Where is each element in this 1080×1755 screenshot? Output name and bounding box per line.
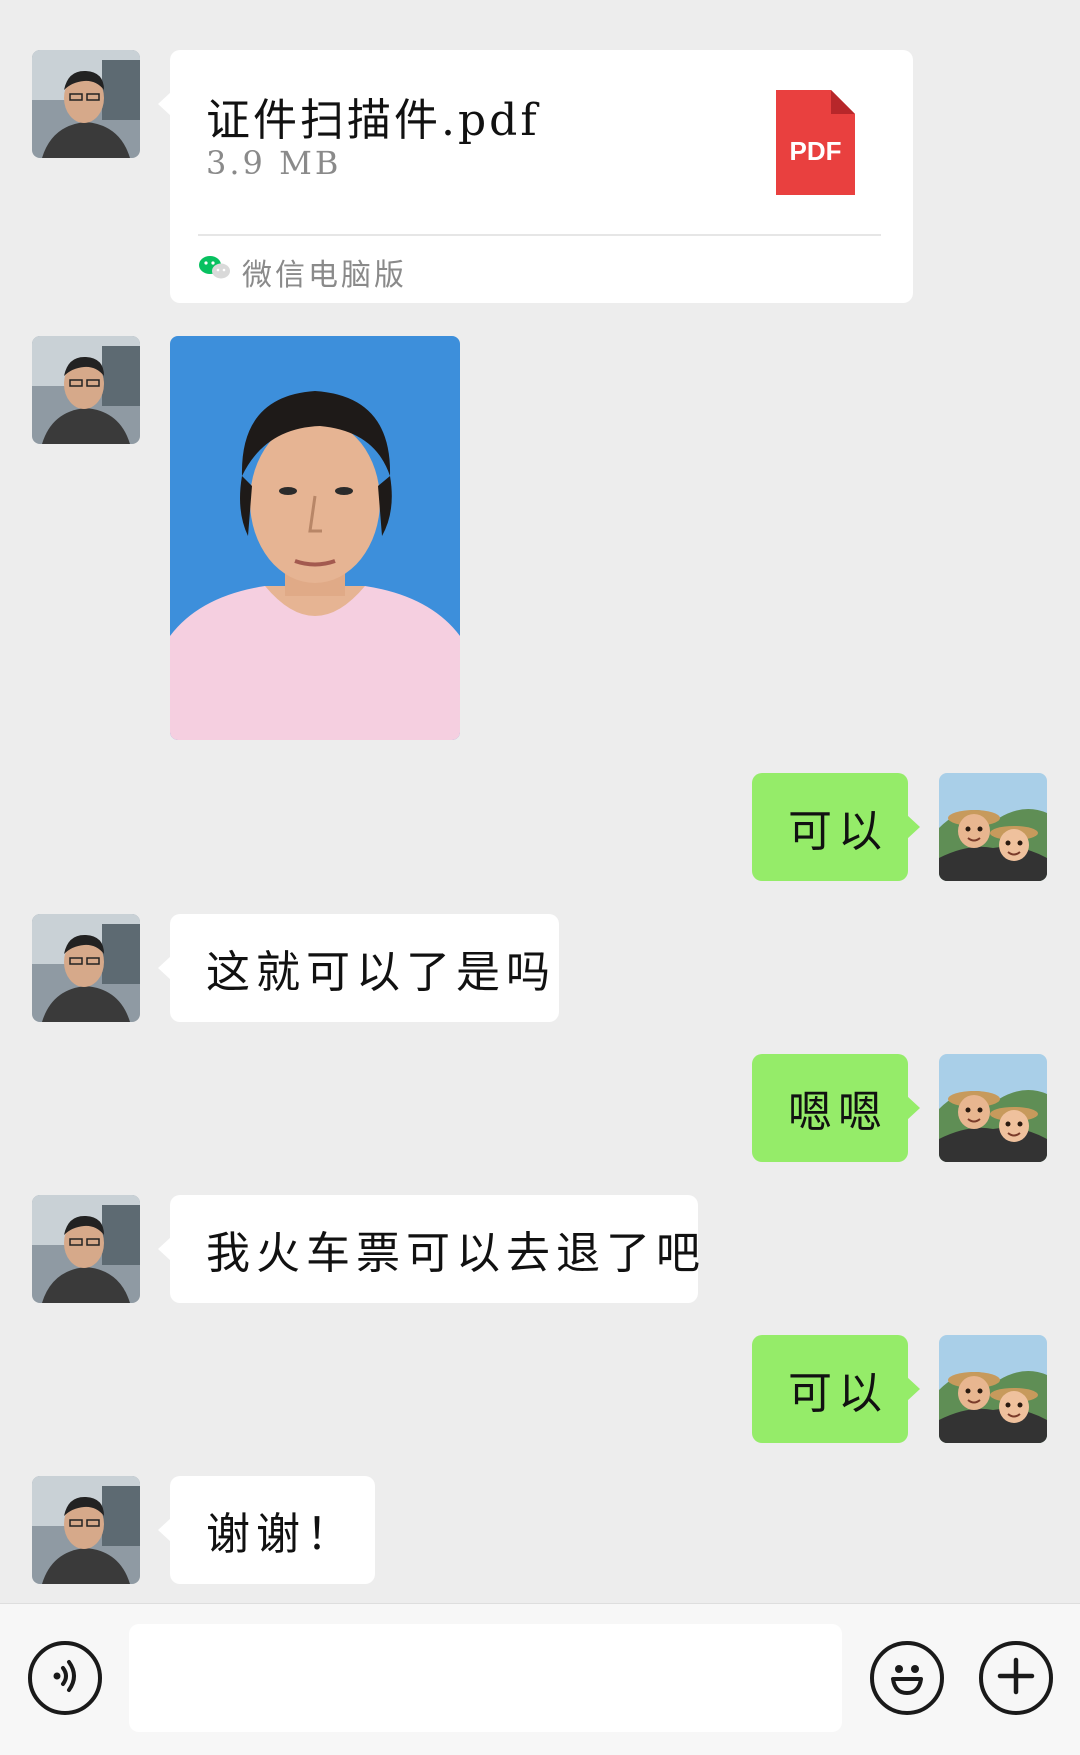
own-message-bubble[interactable]: 可以 <box>752 1335 920 1443</box>
file-name: 证件扫描件.pdf <box>206 95 540 146</box>
contact-avatar[interactable] <box>32 914 140 1022</box>
chat-area[interactable]: 证件扫描件.pdf 3.9 MB PDF 微信电脑版 可以 这就可以了是吗 嗯嗯… <box>0 0 1080 1603</box>
message-text: 这就可以了是吗 <box>206 947 556 998</box>
contact-message-bubble[interactable]: 我火车票可以去退了吧 <box>158 1195 700 1303</box>
file-message[interactable]: 证件扫描件.pdf 3.9 MB PDF 微信电脑版 <box>158 50 913 303</box>
message-text: 可以 <box>788 806 888 857</box>
message-input[interactable] <box>129 1624 842 1732</box>
wechat-icon <box>198 254 232 290</box>
message-text: 谢谢！ <box>206 1509 356 1560</box>
plus-icon <box>994 1654 1038 1702</box>
emoji-icon <box>882 1651 932 1705</box>
voice-button[interactable] <box>28 1641 102 1715</box>
contact-avatar[interactable] <box>32 1195 140 1303</box>
pdf-file-icon: PDF <box>776 90 855 195</box>
contact-message-bubble[interactable]: 这就可以了是吗 <box>158 914 559 1022</box>
message-text: 嗯嗯 <box>788 1087 888 1138</box>
message-text: 我火车票可以去退了吧 <box>206 1228 706 1279</box>
contact-message-bubble[interactable]: 谢谢！ <box>158 1476 375 1584</box>
own-avatar[interactable] <box>939 1335 1047 1443</box>
photo-message[interactable] <box>170 336 460 740</box>
own-message-bubble[interactable]: 嗯嗯 <box>752 1054 920 1162</box>
file-source: 微信电脑版 <box>198 248 407 296</box>
voice-icon <box>43 1654 87 1702</box>
own-avatar[interactable] <box>939 773 1047 881</box>
contact-avatar[interactable] <box>32 1476 140 1584</box>
more-button[interactable] <box>979 1641 1053 1715</box>
emoji-button[interactable] <box>870 1641 944 1715</box>
own-avatar[interactable] <box>939 1054 1047 1162</box>
message-text: 可以 <box>788 1368 888 1419</box>
file-divider <box>198 234 881 236</box>
pdf-badge-label: PDF <box>790 136 842 166</box>
contact-avatar[interactable] <box>32 336 140 444</box>
input-bar <box>0 1603 1080 1755</box>
file-source-label: 微信电脑版 <box>242 258 407 293</box>
file-size: 3.9 MB <box>206 144 342 182</box>
own-message-bubble[interactable]: 可以 <box>752 773 920 881</box>
contact-avatar[interactable] <box>32 50 140 158</box>
